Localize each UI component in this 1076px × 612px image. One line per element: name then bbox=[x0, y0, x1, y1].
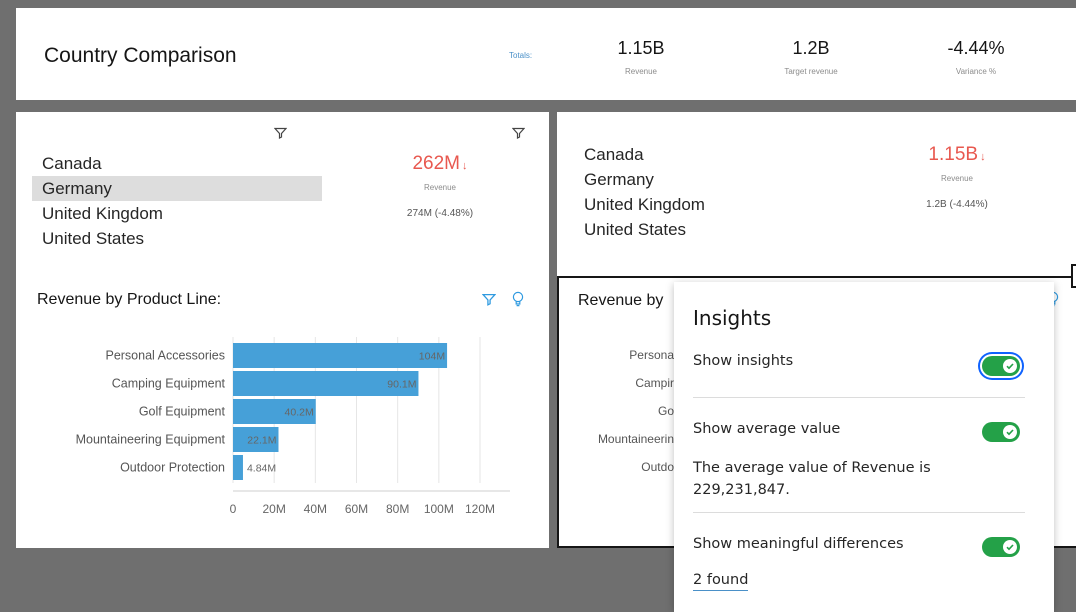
country-item-united-kingdom[interactable]: United Kingdom bbox=[32, 201, 322, 226]
average-value-text: The average value of Revenue is 229,231,… bbox=[693, 460, 931, 498]
bar bbox=[233, 343, 448, 368]
category-label: Go bbox=[657, 404, 674, 418]
kpi-variance-value: -4.44% bbox=[947, 38, 1005, 58]
kpi-variance-label: Variance % bbox=[955, 67, 997, 76]
right-kpi-value: 1.15B bbox=[928, 144, 979, 165]
x-tick-label: 120M bbox=[465, 502, 495, 516]
left-kpi: 262M ↓ Revenue 274M (-4.48%) bbox=[380, 153, 500, 219]
show-average-toggle[interactable] bbox=[982, 422, 1020, 442]
check-icon bbox=[1003, 540, 1017, 554]
data-label: 22.1M bbox=[247, 435, 276, 447]
differences-found-link[interactable]: 2 found bbox=[693, 572, 749, 591]
left-kpi-label: Revenue bbox=[423, 183, 457, 192]
filter-icon[interactable] bbox=[274, 127, 287, 140]
kpi-target-revenue: 1.2B Target revenue bbox=[766, 38, 856, 76]
country-item-canada[interactable]: Canada bbox=[574, 142, 774, 167]
kpi-target-label: Target revenue bbox=[784, 67, 838, 76]
resize-handle[interactable] bbox=[1071, 264, 1076, 288]
country-list: Canada Germany United Kingdom United Sta… bbox=[32, 151, 322, 251]
category-label: Outdoor Protection bbox=[120, 461, 225, 475]
data-label: 40.2M bbox=[285, 407, 314, 419]
insights-panel: Insights Show insights Show average valu… bbox=[674, 282, 1054, 612]
data-label: 4.84M bbox=[247, 463, 276, 475]
category-label: Mountaineering Equipment bbox=[76, 433, 226, 447]
bar bbox=[233, 455, 243, 480]
divider bbox=[693, 512, 1025, 513]
country-item-canada[interactable]: Canada bbox=[32, 151, 322, 176]
x-tick-label: 80M bbox=[386, 502, 409, 516]
down-arrow-icon: ↓ bbox=[462, 160, 468, 172]
kpi-revenue: 1.15B Revenue bbox=[596, 38, 686, 76]
data-label: 104M bbox=[419, 351, 445, 363]
data-label: 90.1M bbox=[387, 379, 416, 391]
right-kpi-comparison: 1.2B (-4.44%) bbox=[926, 199, 988, 210]
show-average-label: Show average value bbox=[693, 421, 841, 437]
country-list: Canada Germany United Kingdom United Sta… bbox=[574, 142, 774, 242]
kpi-target-value: 1.2B bbox=[792, 38, 830, 58]
check-icon bbox=[1003, 359, 1017, 373]
show-insights-toggle[interactable] bbox=[982, 356, 1020, 376]
insights-title: Insights bbox=[693, 306, 772, 330]
category-label: Personal Accessories bbox=[105, 349, 225, 363]
header-card: Country Comparison Totals: 1.15B Revenue… bbox=[16, 8, 1076, 100]
x-tick-label: 40M bbox=[304, 502, 327, 516]
filter-icon[interactable] bbox=[512, 127, 525, 140]
kpi-revenue-value: 1.15B bbox=[617, 38, 665, 58]
left-chart-card: Revenue by Product Line: 0 20M 40M 60M 80M 10… bbox=[16, 277, 549, 548]
category-label: Mountaineerin bbox=[597, 432, 674, 446]
right-kpi: 1.15B ↓ Revenue 1.2B (-4.44%) bbox=[897, 144, 1017, 210]
right-country-card: Canada Germany United Kingdom United Sta… bbox=[557, 112, 1076, 277]
country-item-germany[interactable]: Germany bbox=[32, 176, 322, 201]
left-kpi-comparison: 274M (-4.48%) bbox=[406, 208, 474, 219]
country-item-united-states[interactable]: United States bbox=[574, 217, 774, 242]
category-label: Golf Equipment bbox=[139, 405, 226, 419]
country-item-united-states[interactable]: United States bbox=[32, 226, 322, 251]
show-differences-label: Show meaningful differences bbox=[693, 536, 904, 552]
divider bbox=[693, 397, 1025, 398]
x-tick-label: 100M bbox=[424, 502, 454, 516]
down-arrow-icon: ↓ bbox=[980, 151, 986, 163]
country-item-germany[interactable]: Germany bbox=[574, 167, 774, 192]
x-tick-label: 20M bbox=[262, 502, 285, 516]
left-country-card: Canada Germany United Kingdom United Sta… bbox=[16, 112, 549, 277]
right-chart-categories: Persona Campir Go Mountaineerin Outdo bbox=[559, 348, 674, 488]
x-tick-label: 0 bbox=[230, 502, 237, 516]
totals-label: Totals: bbox=[509, 51, 533, 60]
page-title: Country Comparison bbox=[44, 44, 237, 67]
bar-chart: 0 20M 40M 60M 80M 100M 120M Personal Accessorie… bbox=[76, 337, 510, 516]
chart-title: Revenue by bbox=[578, 292, 664, 309]
category-label: Camping Equipment bbox=[112, 377, 226, 391]
kpi-revenue-label: Revenue bbox=[624, 67, 658, 76]
check-icon bbox=[1003, 425, 1017, 439]
show-insights-label: Show insights bbox=[693, 353, 794, 369]
country-item-united-kingdom[interactable]: United Kingdom bbox=[574, 192, 774, 217]
left-kpi-value: 262M bbox=[412, 153, 461, 174]
x-tick-label: 60M bbox=[345, 502, 368, 516]
category-label: Persona bbox=[629, 348, 674, 362]
kpi-variance: -4.44% Variance % bbox=[931, 38, 1021, 76]
right-kpi-label: Revenue bbox=[940, 174, 974, 183]
category-label: Outdo bbox=[641, 460, 674, 474]
show-differences-toggle[interactable] bbox=[982, 537, 1020, 557]
category-label: Campir bbox=[635, 376, 674, 390]
